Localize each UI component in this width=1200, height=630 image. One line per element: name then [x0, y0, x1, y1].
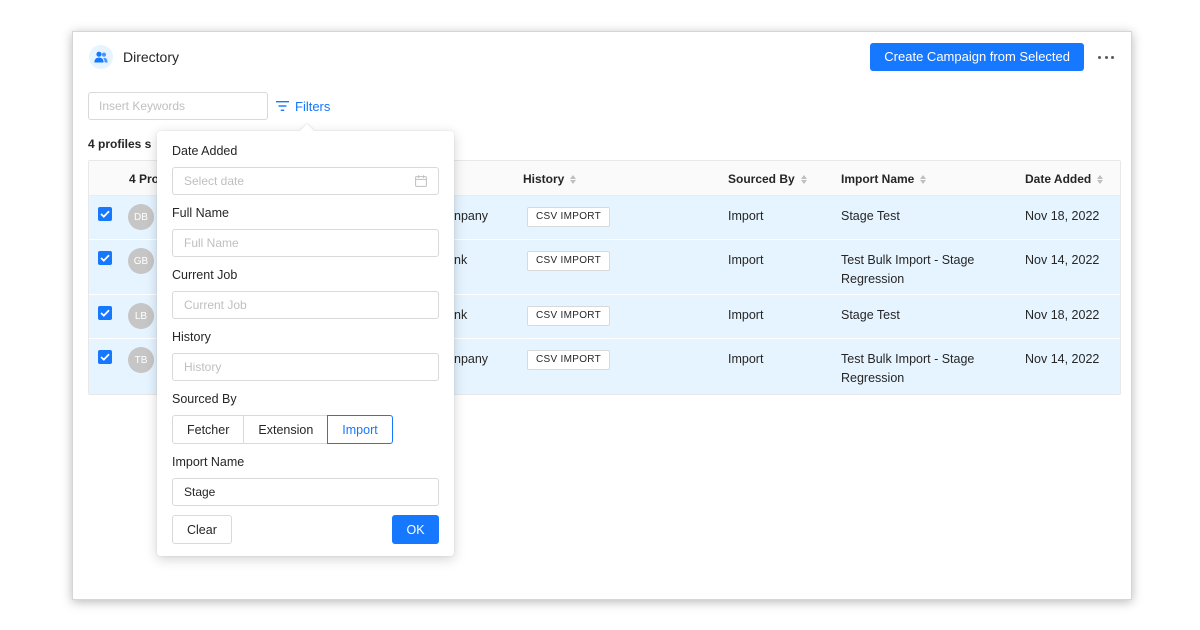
- date-added-cell: Nov 14, 2022: [1025, 253, 1100, 267]
- row-checkbox[interactable]: [98, 251, 112, 265]
- filter-popover: Date Added Select date Full Name Current…: [157, 123, 454, 556]
- truncated-cell: npany: [454, 209, 489, 223]
- column-header-import-name[interactable]: Import Name: [841, 172, 927, 186]
- filters-button[interactable]: Filters: [276, 94, 330, 118]
- date-picker[interactable]: Select date: [172, 167, 439, 195]
- row-checkbox[interactable]: [98, 306, 112, 320]
- popover-arrow: [299, 123, 315, 139]
- avatar: GB: [128, 248, 154, 274]
- sourced-by-option-extension[interactable]: Extension: [243, 415, 329, 444]
- users-icon: [89, 45, 113, 69]
- row-checkbox[interactable]: [98, 350, 112, 364]
- current-job-input[interactable]: [172, 291, 439, 319]
- import-name-input[interactable]: [172, 478, 439, 506]
- ellipsis-icon[interactable]: [1095, 49, 1117, 65]
- import-name-cell: Stage Test: [841, 308, 900, 322]
- sourced-by-option-fetcher[interactable]: Fetcher: [172, 415, 245, 444]
- history-tag: CSV IMPORT: [527, 207, 611, 227]
- truncated-cell: nk: [454, 308, 468, 322]
- row-checkbox[interactable]: [98, 207, 112, 221]
- history-tag: CSV IMPORT: [527, 350, 611, 370]
- import-name-cell: Stage Test: [841, 209, 900, 223]
- avatar: TB: [128, 347, 154, 373]
- current-job-label: Current Job: [172, 268, 238, 282]
- ok-button[interactable]: OK: [392, 515, 439, 544]
- sourced-by-segmented: Fetcher Extension Import: [172, 415, 393, 444]
- full-name-input[interactable]: [172, 229, 439, 257]
- avatar: LB: [128, 303, 154, 329]
- import-name-label: Import Name: [172, 455, 245, 469]
- clear-button[interactable]: Clear: [172, 515, 232, 544]
- column-header-date-added[interactable]: Date Added: [1025, 172, 1104, 186]
- sort-icon: [800, 174, 807, 184]
- full-name-label: Full Name: [172, 206, 229, 220]
- history-label: History: [172, 330, 211, 344]
- column-header-profile: 4 Pro: [129, 172, 160, 186]
- sourced-by-cell: Import: [728, 209, 764, 223]
- date-added-cell: Nov 18, 2022: [1025, 209, 1100, 223]
- sort-icon: [570, 174, 577, 184]
- sort-icon: [1097, 174, 1104, 184]
- sourced-by-label: Sourced By: [172, 392, 237, 406]
- date-added-cell: Nov 18, 2022: [1025, 308, 1100, 322]
- date-added-cell: Nov 14, 2022: [1025, 352, 1100, 366]
- calendar-icon: [415, 175, 427, 187]
- date-picker-placeholder: Select date: [184, 174, 245, 188]
- filter-icon: [276, 101, 289, 111]
- selected-count: 4 profiles s: [88, 137, 152, 151]
- directory-window: Directory Create Campaign from Selected …: [72, 31, 1132, 600]
- import-name-cell: Test Bulk Import - Stage Regression: [841, 352, 975, 385]
- sourced-by-cell: Import: [728, 352, 764, 366]
- header: Directory Create Campaign from Selected: [89, 43, 1117, 71]
- history-tag: CSV IMPORT: [527, 306, 611, 326]
- truncated-cell: nk: [454, 253, 468, 267]
- create-campaign-button[interactable]: Create Campaign from Selected: [870, 43, 1084, 71]
- keyword-search-input[interactable]: [88, 92, 268, 120]
- column-header-sourced-by[interactable]: Sourced By: [728, 172, 807, 186]
- avatar: DB: [128, 204, 154, 230]
- filters-label: Filters: [295, 98, 331, 114]
- column-header-history[interactable]: History: [523, 172, 577, 186]
- page-title: Directory: [123, 49, 180, 65]
- truncated-cell: npany: [454, 352, 489, 366]
- history-input[interactable]: [172, 353, 439, 381]
- sort-icon: [920, 174, 927, 184]
- sourced-by-cell: Import: [728, 253, 764, 267]
- history-tag: CSV IMPORT: [527, 251, 611, 271]
- import-name-cell: Test Bulk Import - Stage Regression: [841, 253, 975, 286]
- sourced-by-cell: Import: [728, 308, 764, 322]
- sourced-by-option-import[interactable]: Import: [327, 415, 393, 444]
- date-added-label: Date Added: [172, 144, 238, 158]
